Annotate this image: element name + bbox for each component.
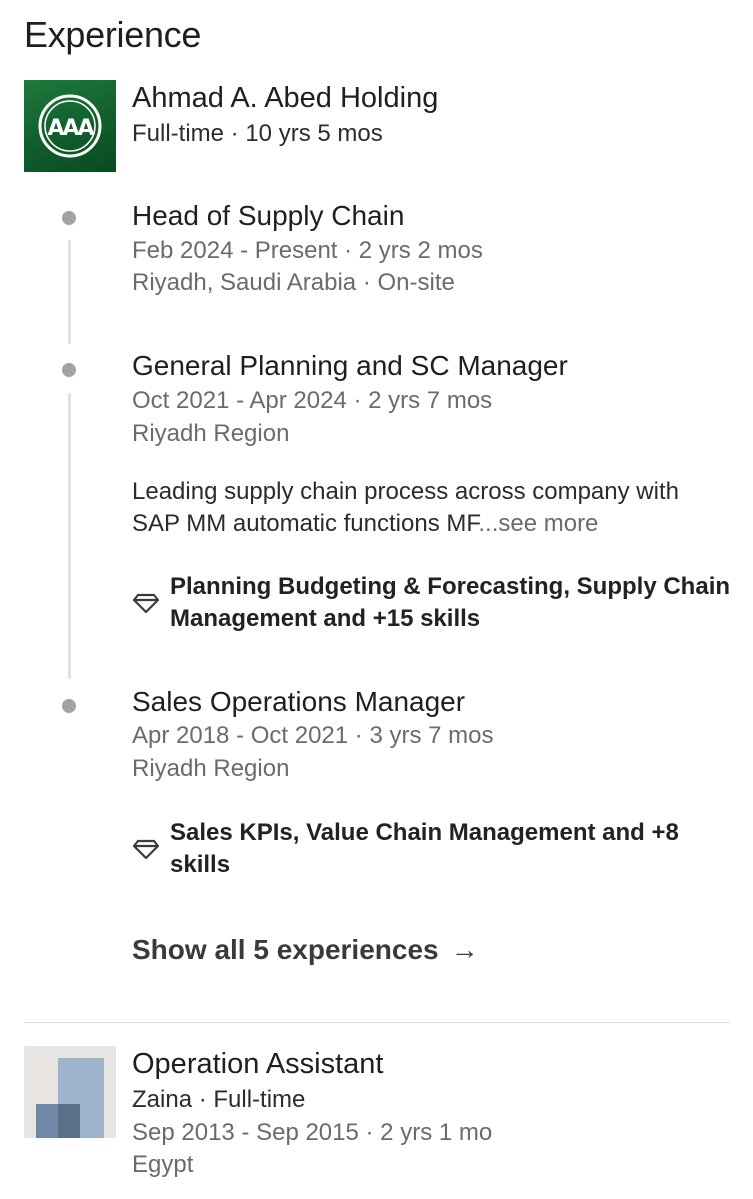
- role-title-operation-assistant[interactable]: Operation Assistant: [132, 1048, 383, 1081]
- company-logo[interactable]: AAA: [24, 80, 116, 172]
- timeline-line: [68, 240, 71, 344]
- role-location: Riyadh Region: [132, 755, 290, 782]
- skills-text: Planning Budgeting & Forecasting, Supply…: [170, 573, 731, 632]
- show-all-label: Show all 5 experiences: [132, 934, 439, 965]
- timeline-line: [68, 393, 71, 679]
- role-location: Egypt: [132, 1151, 194, 1178]
- role-dates: Apr 2018 - Oct 2021 · 3 yrs 7 mos: [132, 722, 494, 749]
- timeline-dot: [62, 363, 76, 377]
- role-dates: Feb 2024 - Present · 2 yrs 2 mos: [132, 237, 483, 264]
- role-company: Zaina · Full-time: [132, 1086, 306, 1113]
- role-dates: Sep 2013 - Sep 2015 · 2 yrs 1 mo: [132, 1119, 493, 1146]
- timeline-dot: [62, 211, 76, 225]
- role-description: Leading supply chain process across comp…: [132, 476, 732, 540]
- company-meta: Full-time · 10 yrs 5 mos: [132, 120, 383, 147]
- see-more-link[interactable]: ...see more: [478, 510, 598, 537]
- show-all-experiences-button[interactable]: Show all 5 experiences →: [132, 934, 479, 966]
- company-logo-placeholder[interactable]: [24, 1046, 116, 1138]
- arrow-right-icon: →: [450, 934, 479, 965]
- diamond-icon: [132, 839, 160, 860]
- divider: [24, 1022, 730, 1023]
- company-logo-text: AAA: [47, 116, 94, 141]
- role-title-head-of-supply-chain[interactable]: Head of Supply Chain: [132, 200, 404, 232]
- role-skills[interactable]: Planning Budgeting & Forecasting, Supply…: [132, 571, 732, 635]
- role-title-sales-operations[interactable]: Sales Operations Manager: [132, 686, 465, 718]
- timeline-dot: [62, 699, 76, 713]
- role-title-general-planning[interactable]: General Planning and SC Manager: [132, 350, 568, 382]
- role-skills[interactable]: Sales KPIs, Value Chain Management and +…: [132, 817, 732, 881]
- company-name[interactable]: Ahmad A. Abed Holding: [132, 82, 438, 115]
- section-title: Experience: [24, 14, 202, 55]
- role-location: Riyadh, Saudi Arabia · On-site: [132, 269, 455, 296]
- company-logo-emblem: AAA: [38, 94, 102, 158]
- skills-text: Sales KPIs, Value Chain Management and +…: [170, 819, 679, 878]
- diamond-icon: [132, 593, 160, 614]
- role-location: Riyadh Region: [132, 420, 290, 447]
- logo-block: [58, 1104, 80, 1138]
- role-dates: Oct 2021 - Apr 2024 · 2 yrs 7 mos: [132, 387, 493, 414]
